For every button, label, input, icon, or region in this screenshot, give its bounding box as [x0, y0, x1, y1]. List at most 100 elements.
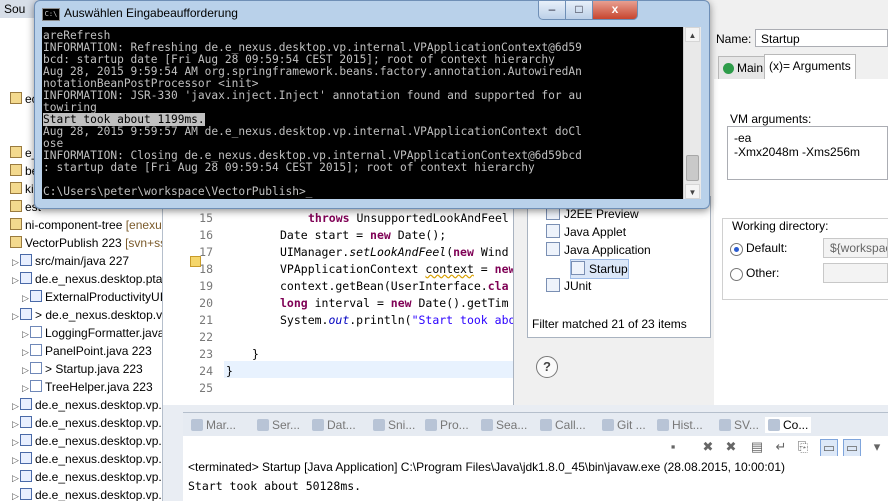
tree-item[interactable]: ni-component-tree [enexusde — [2, 216, 162, 234]
show-console-icon[interactable]: ▭ — [820, 439, 838, 457]
tree-item[interactable]: ▷ de.e_nexus.desktop.vp.pd. — [12, 486, 162, 501]
java-file-icon — [30, 362, 42, 374]
tree-item-label: src/main/java 227 — [35, 254, 130, 268]
clear-console-icon[interactable]: ▪ — [665, 439, 681, 455]
config-name-input[interactable]: Startup — [755, 29, 888, 47]
expand-arrow-icon[interactable]: ▷ — [12, 253, 20, 271]
tree-item[interactable]: ▷ LoggingFormatter.java — [22, 324, 162, 343]
minimize-button[interactable]: – — [538, 1, 566, 20]
quick-fix-warning-icon[interactable] — [190, 256, 201, 267]
view-tab[interactable]: Ser... — [257, 417, 300, 433]
view-tab[interactable]: SV... — [719, 417, 759, 433]
tree-item-label: ni-component-tree — [25, 218, 123, 232]
view-tab[interactable]: Dat... — [312, 417, 356, 433]
cmd-app-icon[interactable]: C:\ — [42, 8, 60, 21]
expand-arrow-icon[interactable]: ▷ — [12, 433, 20, 451]
package-icon — [10, 146, 22, 158]
code-text[interactable]: throws UnsupportedLookAndFeel Date start… — [226, 210, 513, 400]
scroll-lock-icon[interactable]: ▤ — [749, 439, 765, 455]
view-tab[interactable]: Sni... — [373, 417, 415, 433]
open-console-icon[interactable]: ▾ — [869, 439, 885, 455]
tree-item-label: VectorPublish 223 — [25, 236, 122, 250]
expand-arrow-icon[interactable]: ▷ — [12, 271, 20, 289]
expand-arrow-icon[interactable]: ▷ — [12, 487, 20, 501]
remove-launch-icon[interactable]: ✖ — [700, 439, 716, 455]
pin-console-icon[interactable]: ⎘ — [795, 439, 811, 455]
launch-config-item[interactable]: Startup — [570, 259, 629, 279]
view-tab[interactable]: Co... — [765, 417, 812, 433]
junit-icon — [546, 278, 560, 292]
console-output[interactable]: <terminated> Startup [Java Application] … — [183, 456, 888, 501]
default-radio[interactable] — [730, 243, 743, 256]
tree-item[interactable]: ▷ > de.e_nexus.desktop.vp 2 — [12, 306, 162, 325]
close-button[interactable]: x — [592, 1, 638, 20]
tab-main[interactable]: Main — [718, 56, 769, 80]
tree-item[interactable]: ▷ PanelPoint.java 223 — [22, 342, 152, 360]
view-tab[interactable]: Sea... — [481, 417, 527, 433]
cmd-line: C:\Users\peter\workspace\VectorPublish>_ — [43, 185, 313, 198]
tree-item[interactable]: ▷ TreeHelper.java 223 — [22, 378, 153, 396]
expand-arrow-icon[interactable]: ▷ — [22, 325, 30, 343]
tree-item[interactable]: ▷ de.e_nexus.desktop.vp.inte — [12, 396, 162, 415]
cmd-line: : startup date [Fri Aug 28 09:59:54 CEST… — [43, 161, 535, 174]
tree-item[interactable]: ▷ de.e_nexus.desktop.ptal 223 — [12, 270, 162, 289]
remove-all-terminated-icon[interactable]: ✖ — [723, 439, 739, 455]
vm-arguments-label: VM arguments: — [730, 112, 812, 126]
expand-arrow-icon[interactable]: ▷ — [12, 307, 20, 325]
expand-arrow-icon[interactable]: ▷ — [22, 361, 30, 379]
tree-item[interactable]: ▷ src/main/java 227 — [12, 252, 129, 270]
word-wrap-icon[interactable]: ↵ — [773, 439, 789, 455]
view-tab[interactable]: Pro... — [425, 417, 469, 433]
cmd-console-buffer[interactable]: areRefresh INFORMATION: Refreshing de.e_n… — [42, 27, 683, 199]
view-tab-icon — [312, 419, 324, 431]
launch-config-item[interactable]: Java Application — [546, 241, 651, 259]
tree-item-label: de.e_nexus.desktop.vp.pd. — [35, 470, 162, 484]
console-terminated-header: <terminated> Startup [Java Application] … — [188, 460, 786, 474]
tree-item[interactable]: VectorPublish 223 [svn+ssh://w — [2, 234, 162, 252]
other-radio[interactable] — [730, 268, 743, 281]
view-separator — [183, 405, 888, 412]
package-icon — [20, 416, 32, 428]
expand-arrow-icon[interactable]: ▷ — [12, 397, 20, 415]
java-file-icon — [30, 344, 42, 356]
cmd-scrollbar[interactable]: ▲ ▼ — [683, 27, 701, 199]
view-tab[interactable]: Mar... — [191, 417, 236, 433]
tree-item-label: de.e_nexus.desktop.vp.pd. — [35, 488, 162, 501]
expand-arrow-icon[interactable]: ▷ — [22, 343, 30, 361]
tree-item[interactable]: ▷ de.e_nexus.desktop.vp.ma — [12, 414, 162, 433]
tree-item[interactable]: ▷ ExternalProductivityUIP — [22, 288, 162, 307]
tree-item[interactable]: ▷ de.e_nexus.desktop.vp.pd. — [12, 432, 162, 451]
expand-arrow-icon[interactable]: ▷ — [12, 469, 20, 487]
tree-item[interactable]: ▷ de.e_nexus.desktop.vp.pd. — [12, 468, 162, 487]
view-tab-label: Mar... — [206, 418, 237, 432]
expand-arrow-icon[interactable]: ▷ — [12, 415, 20, 433]
expand-arrow-icon[interactable]: ▷ — [22, 379, 30, 397]
line-number: 20 — [199, 296, 213, 310]
view-tab-label: Sni... — [388, 418, 416, 432]
view-tab-label: Sea... — [496, 418, 528, 432]
tree-item[interactable]: ▷ de.e_nexus.desktop.vp.pd. — [12, 450, 162, 469]
tab-arguments[interactable]: (x)= Arguments — [764, 54, 856, 80]
view-tab-icon — [373, 419, 385, 431]
launch-config-item[interactable]: JUnit — [546, 277, 591, 295]
view-tab-label: SV... — [734, 418, 759, 432]
help-button[interactable]: ? — [536, 356, 558, 378]
package-icon — [20, 254, 32, 266]
view-tab[interactable]: Hist... — [657, 417, 703, 433]
tree-item[interactable]: ▷ > Startup.java 223 — [22, 360, 143, 378]
launch-config-label: Java Application — [564, 243, 651, 257]
tree-item-label: PanelPoint.java 223 — [45, 344, 152, 358]
view-tab[interactable]: Call... — [540, 417, 586, 433]
view-tab[interactable]: Git ... — [602, 417, 646, 433]
other-directory-field[interactable] — [823, 263, 888, 283]
scroll-down-arrow-icon[interactable]: ▼ — [685, 184, 700, 199]
display-selected-console-icon[interactable]: ▭ — [843, 439, 861, 457]
expand-arrow-icon[interactable]: ▷ — [22, 289, 30, 307]
scroll-up-arrow-icon[interactable]: ▲ — [685, 27, 700, 42]
launch-config-item[interactable]: Java Applet — [546, 223, 626, 241]
expand-arrow-icon[interactable]: ▷ — [12, 451, 20, 469]
scroll-thumb[interactable] — [686, 155, 699, 181]
vm-arguments-input[interactable]: -ea -Xmx2048m -Xms256m — [727, 126, 888, 180]
maximize-button[interactable]: □ — [565, 1, 593, 20]
view-tab-icon — [768, 419, 780, 431]
